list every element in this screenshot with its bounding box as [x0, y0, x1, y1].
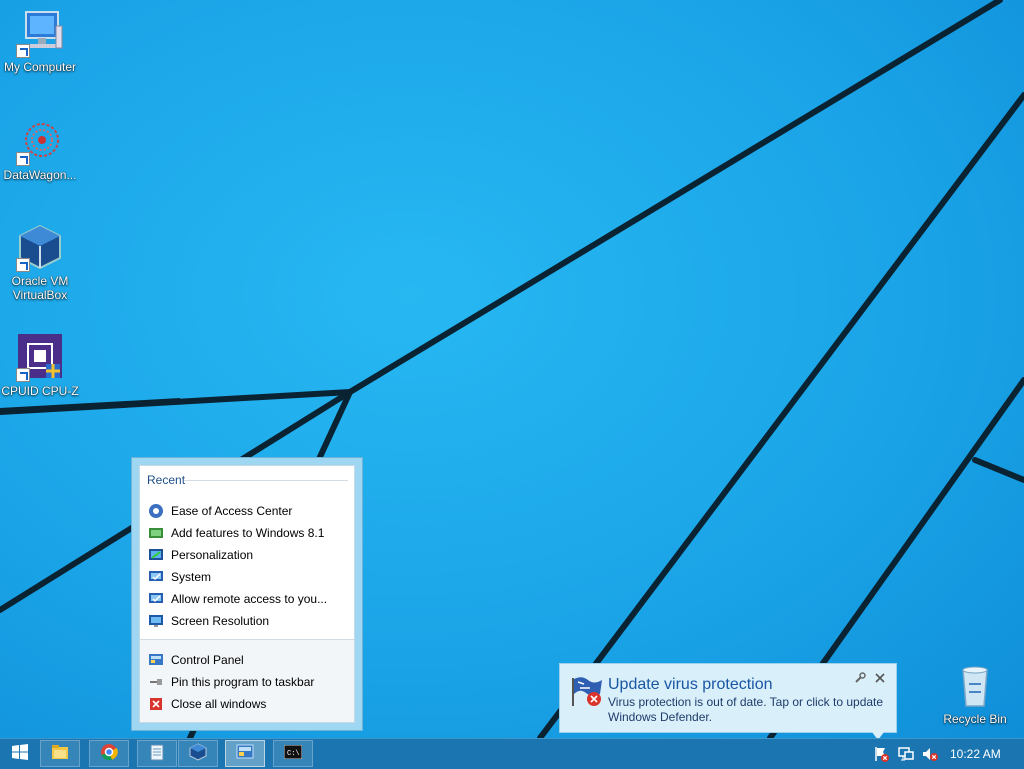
jump-list-item-label: Personalization: [171, 548, 254, 562]
shortcut-arrow-icon: [16, 258, 30, 272]
personalization-icon: [148, 547, 164, 563]
desktop-icon-virtualbox[interactable]: Oracle VM VirtualBox: [0, 224, 80, 302]
svg-text:C:\: C:\: [287, 750, 300, 758]
desktop-icon-recycle-bin[interactable]: Recycle Bin: [935, 662, 1015, 726]
taskbar-notepad[interactable]: [137, 740, 177, 767]
jump-list-item-add-features[interactable]: Add features to Windows 8.1: [148, 523, 324, 543]
desktop-icon-label: Recycle Bin: [943, 712, 1007, 726]
shortcut-arrow-icon: [16, 44, 30, 58]
jump-list-item-label: Pin this program to taskbar: [171, 675, 315, 689]
taskbar-clock[interactable]: 10:22 AM: [950, 747, 1001, 761]
taskbar-virtualbox[interactable]: [178, 740, 218, 767]
action-center-warning-icon[interactable]: [874, 746, 890, 762]
jump-list-item-remote-access[interactable]: Allow remote access to you...: [148, 589, 327, 609]
start-button[interactable]: [2, 740, 38, 767]
jump-list-item-label: Control Panel: [171, 653, 244, 667]
jump-list-item-ease-of-access[interactable]: Ease of Access Center: [148, 501, 292, 521]
virtualbox-icon: [16, 224, 64, 272]
screen-resolution-icon: [148, 613, 164, 629]
notification-title: Update virus protection: [608, 676, 773, 693]
taskbar-file-explorer[interactable]: [40, 740, 80, 767]
shortcut-arrow-icon: [16, 368, 30, 382]
notepad-icon: [149, 743, 165, 764]
notification-message: Virus protection is out of date. Tap or …: [608, 695, 884, 724]
jump-list-item-label: Screen Resolution: [171, 614, 270, 628]
jump-list-item-personalization[interactable]: Personalization: [148, 545, 253, 565]
wrench-icon[interactable]: [854, 672, 866, 687]
desktop-icon-label: CPUID CPU-Z: [1, 384, 79, 398]
virtualbox-icon: [189, 743, 207, 764]
control-panel-jump-list: Recent Ease of Access Center Add feature…: [131, 457, 363, 731]
jump-list-item-label: Close all windows: [171, 697, 267, 711]
volume-muted-icon[interactable]: [922, 746, 938, 762]
desktop-icon-my-computer[interactable]: My Computer: [0, 10, 80, 74]
desktop-icon-label: My Computer: [3, 60, 77, 74]
desktop-icon-label: DataWagon...: [3, 168, 77, 182]
taskbar-chrome[interactable]: [89, 740, 129, 767]
desktop-icon-datawagon[interactable]: DataWagon...: [0, 118, 80, 182]
system-icon: [148, 569, 164, 585]
desktop-icon-cpuz[interactable]: CPUID CPU-Z: [0, 334, 80, 398]
shortcut-arrow-icon: [16, 152, 30, 166]
remote-access-icon: [148, 591, 164, 607]
jump-list-item-screen-resolution[interactable]: Screen Resolution: [148, 611, 269, 631]
cpuz-icon: [16, 334, 64, 382]
computer-icon: [16, 10, 64, 58]
control-panel-icon: [148, 652, 164, 668]
virus-protection-notification[interactable]: Update virus protection Virus protection…: [559, 663, 897, 733]
jump-list-tasks: Control Panel Pin this program to taskba…: [140, 640, 354, 722]
jump-list-item-label: Ease of Access Center: [171, 504, 293, 518]
jump-list-task-close-all[interactable]: Close all windows: [148, 694, 266, 714]
jump-list-item-label: Allow remote access to you...: [171, 592, 328, 606]
taskbar: C:\ 10:22 AM: [0, 738, 1024, 769]
taskbar-control-panel[interactable]: [225, 740, 265, 767]
close-icon[interactable]: [874, 672, 886, 687]
desktop-icon-label: Oracle VM VirtualBox: [11, 274, 69, 302]
close-red-icon: [148, 696, 164, 712]
jump-list-item-label: System: [171, 570, 212, 584]
heading-separator: [184, 480, 348, 481]
add-features-icon: [148, 525, 164, 541]
jump-list-item-label: Add features to Windows 8.1: [171, 526, 325, 540]
desktop: My Computer DataWagon... Oracle VM Virtu…: [0, 0, 1024, 738]
defender-flag-icon: [570, 674, 604, 708]
pin-icon: [148, 674, 164, 690]
recycle-bin-icon: [951, 662, 999, 710]
taskbar-command-prompt[interactable]: C:\: [273, 740, 313, 767]
jump-list-item-system[interactable]: System: [148, 567, 211, 587]
jump-list-panel: Recent Ease of Access Center Add feature…: [139, 465, 355, 723]
jump-list-recent-heading: Recent: [147, 473, 186, 487]
ease-of-access-icon: [148, 503, 164, 519]
jump-list-task-pin[interactable]: Pin this program to taskbar: [148, 672, 314, 692]
chrome-icon: [100, 743, 118, 764]
jump-list-task-control-panel[interactable]: Control Panel: [148, 650, 244, 670]
network-icon[interactable]: [898, 746, 914, 762]
start-icon: [12, 744, 28, 763]
file-explorer-icon: [51, 744, 69, 763]
cmd-icon: C:\: [283, 744, 303, 762]
datawagon-icon: [16, 118, 64, 166]
control-panel-icon: [236, 744, 254, 763]
